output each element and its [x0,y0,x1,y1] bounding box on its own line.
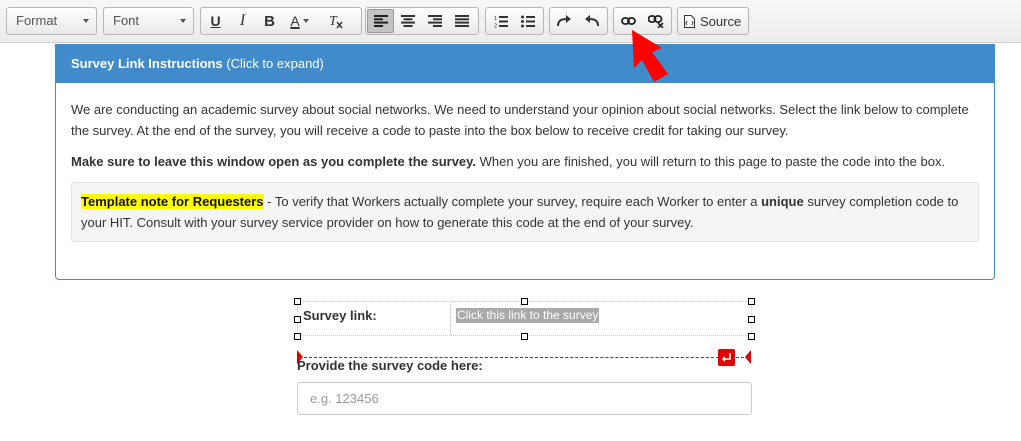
align-center-button[interactable] [394,9,421,33]
survey-code-label: Provide the survey code here: [297,358,483,373]
remove-format-icon: T [329,14,343,29]
format-dropdown[interactable]: Format [6,7,97,35]
text-color-icon: A [290,13,300,29]
align-center-icon [400,15,415,27]
resize-handle[interactable] [294,298,301,305]
insert-paragraph-button[interactable] [718,349,735,366]
note-text-1: - To verify that Workers actually comple… [263,194,762,209]
align-left-icon [373,15,388,27]
text-color-button[interactable]: A [283,9,316,33]
svg-text:2: 2 [494,23,497,28]
resize-handle[interactable] [748,316,755,323]
numbered-list-button[interactable]: 1 2 [487,9,514,33]
font-dropdown[interactable]: Font [103,7,194,35]
justify-icon [454,15,469,27]
unlink-icon [647,14,664,28]
align-right-button[interactable] [421,9,448,33]
svg-text:1: 1 [494,16,497,22]
chevron-down-icon [83,19,89,23]
link-icon [621,17,636,25]
bulleted-list-icon [520,15,535,27]
bold-icon: B [264,12,275,30]
requester-note: Template note for Requesters - To verify… [71,182,979,242]
reminder-paragraph: Make sure to leave this window open as y… [71,151,979,172]
document-icon [684,14,695,28]
alignment-group [365,7,479,35]
align-left-button[interactable] [367,9,394,33]
reminder-text: When you are finished, you will return t… [476,154,946,169]
justify-button[interactable] [448,9,475,33]
list-group: 1 2 [485,7,544,35]
redo-button[interactable] [551,9,578,33]
undo-button[interactable] [578,9,605,33]
svg-text:T: T [329,14,338,29]
source-button[interactable]: Source [677,7,749,35]
resize-handle[interactable] [521,298,528,305]
panel-title: Survey Link Instructions [71,56,223,71]
undo-icon [585,15,599,27]
instructions-panel: Survey Link Instructions (Click to expan… [55,44,995,280]
align-right-icon [427,15,442,27]
basic-styles-group: U I B A T [200,7,362,35]
table-divider [450,302,451,335]
resize-handle[interactable] [521,333,528,340]
note-highlight: Template note for Requesters [81,194,264,209]
italic-button[interactable]: I [229,9,256,33]
panel-body: We are conducting an academic survey abo… [56,83,994,242]
bulleted-list-button[interactable] [514,9,541,33]
remove-format-button[interactable]: T [322,9,349,33]
editor-toolbar: Format Font U I B A T 1 2 Source [0,0,1021,43]
pointer-arrow-icon [632,30,668,82]
survey-link-label: Survey link: [303,308,377,323]
source-button-label: Source [700,13,742,29]
underline-button[interactable]: U [202,9,229,33]
format-dropdown-label: Format [16,13,58,28]
underline-icon: U [210,13,221,29]
resize-handle[interactable] [294,316,301,323]
undo-redo-group [549,7,608,35]
survey-code-input[interactable] [297,382,752,415]
intro-paragraph: We are conducting an academic survey abo… [71,102,969,138]
redo-icon [557,15,571,27]
resize-handle[interactable] [748,298,755,305]
chevron-down-icon [302,19,309,23]
survey-link-table[interactable]: Survey link: Click this link to the surv… [297,301,752,336]
panel-title-hint: (Click to expand) [226,56,324,71]
italic-icon: I [239,12,246,29]
survey-link[interactable]: Click this link to the survey [456,308,600,323]
resize-handle[interactable] [294,333,301,340]
resize-handle[interactable] [748,333,755,340]
panel-heading[interactable]: Survey Link Instructions (Click to expan… [56,45,994,83]
reminder-bold: Make sure to leave this window open as y… [71,154,477,169]
magicline-right-marker [745,350,751,364]
bold-button[interactable]: B [256,9,283,33]
note-bold: unique [761,194,804,209]
chevron-down-icon [180,19,186,23]
numbered-list-icon: 1 2 [494,15,508,28]
font-dropdown-label: Font [113,13,140,28]
enter-icon [722,352,731,362]
